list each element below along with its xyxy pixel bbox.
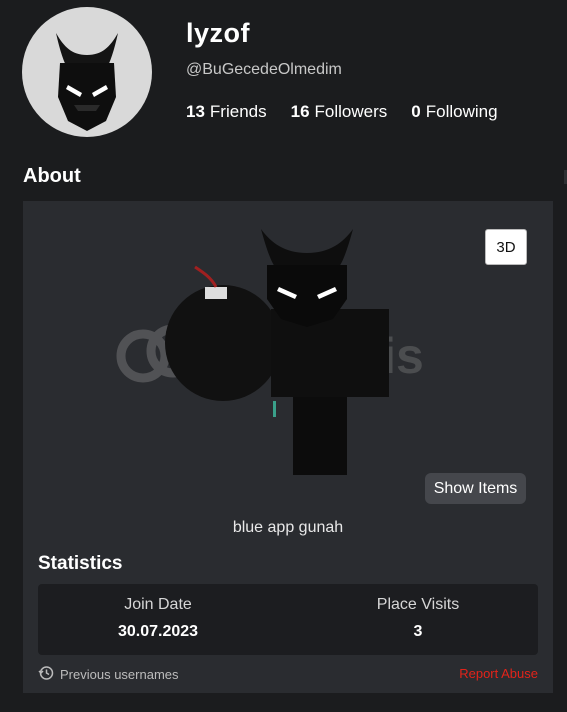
report-abuse-link[interactable]: Report Abuse	[459, 666, 538, 681]
about-heading: About	[23, 165, 81, 187]
previous-usernames-label: Previous usernames	[60, 667, 179, 682]
following-link[interactable]: 0 Following	[411, 102, 497, 122]
followers-count: 16	[290, 102, 310, 121]
friends-link[interactable]: 13 Friends	[186, 102, 267, 122]
profile-description: blue app gunah	[232, 519, 344, 536]
about-card: itemsatis 3D Show Items blue app gunah S…	[23, 201, 553, 693]
following-count: 0	[411, 102, 421, 121]
toggle-3d-button[interactable]: 3D	[485, 229, 527, 265]
friends-count: 13	[186, 102, 205, 121]
followers-label: Followers	[314, 102, 388, 121]
previous-usernames-link[interactable]: Previous usernames	[38, 665, 179, 684]
statistics-heading: Statistics	[38, 553, 123, 574]
join-date-label: Join Date	[124, 596, 192, 613]
history-icon	[38, 665, 54, 684]
username: @BuGecedeOlmedim	[186, 61, 342, 78]
followers-link[interactable]: 16 Followers	[291, 102, 388, 122]
social-stats: 13 Friends 16 Followers 0 Following	[186, 102, 498, 122]
friends-label: Friends	[209, 102, 267, 121]
statistics-panel: Join Date 30.07.2023 Place Visits 3	[38, 584, 538, 655]
place-visits-value: 3	[413, 623, 423, 640]
place-visits-label: Place Visits	[376, 596, 460, 613]
join-date-stat: Join Date 30.07.2023	[38, 596, 278, 641]
avatar	[22, 7, 152, 137]
show-items-button[interactable]: Show Items	[425, 473, 526, 504]
following-label: Following	[425, 102, 498, 121]
avatar-3d-viewer[interactable]: itemsatis 3D Show Items	[23, 201, 553, 511]
place-visits-stat: Place Visits 3	[298, 596, 538, 641]
display-name: lyzof	[186, 18, 251, 48]
join-date-value: 30.07.2023	[117, 623, 199, 640]
